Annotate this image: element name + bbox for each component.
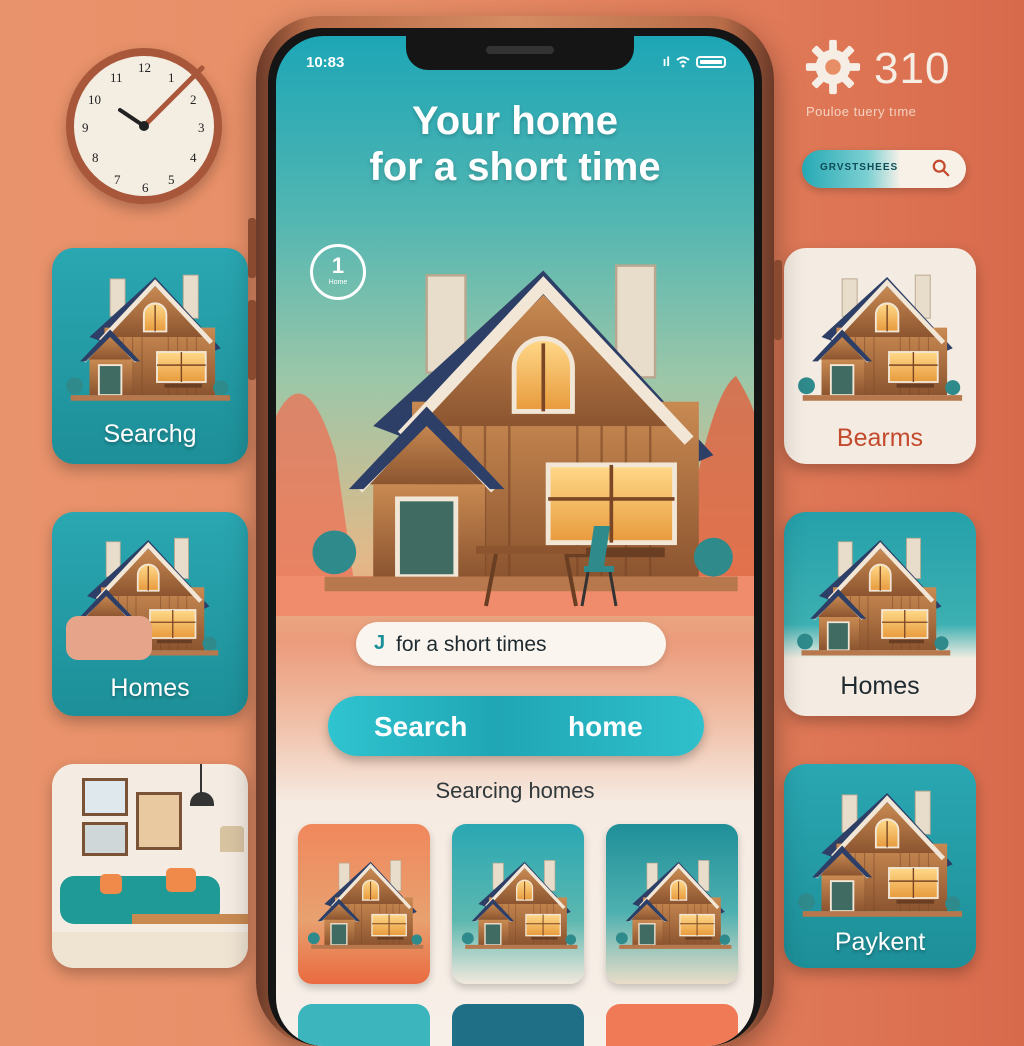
search-home-button[interactable]: Search home: [328, 696, 704, 756]
top-counter: 310: [874, 44, 951, 93]
home-thumbnail[interactable]: [298, 824, 430, 984]
house-illustration: [452, 834, 584, 974]
mini-search-bar[interactable]: GRVSTSHEES: [802, 150, 966, 188]
left-card-searching[interactable]: Searchg: [52, 248, 248, 464]
hero-title: Your home for a short time: [276, 98, 754, 190]
phone-screen: 10:83 ıl Your home for a short time 1 Ho…: [276, 36, 754, 1046]
hero-title-line1: Your home: [412, 99, 618, 143]
house-illustration: [784, 262, 972, 412]
hero-title-line2: for a short time: [369, 145, 661, 189]
volume-button: [248, 218, 256, 278]
power-button: [774, 260, 782, 340]
wall-frame: [136, 792, 182, 850]
phone-frame: 10:83 ıl Your home for a short time 1 Ho…: [256, 16, 774, 1046]
mini-search-text: GRVSTSHEES: [820, 162, 899, 173]
house-illustration: [784, 526, 959, 666]
card-label: Homes: [840, 672, 920, 700]
floor-lamp-icon: [220, 826, 244, 852]
left-card-living-room[interactable]: [52, 764, 248, 968]
card-label: Paykent: [834, 928, 926, 956]
battery-icon: [696, 55, 726, 68]
search-icon: [932, 159, 950, 177]
house-illustration: [52, 262, 240, 412]
status-icons: ıl: [663, 54, 726, 69]
house-illustration: [784, 778, 972, 928]
rug: [52, 932, 248, 968]
house-illustration: [606, 834, 738, 974]
step-number: 1: [331, 253, 345, 278]
home-thumbnail[interactable]: [298, 1004, 430, 1046]
tagline-pill[interactable]: J for a short times: [356, 622, 666, 666]
wall-frame: [82, 778, 128, 816]
card-label: Searchg: [103, 420, 197, 448]
home-button-label: home: [568, 711, 643, 742]
gear-icon[interactable]: [804, 38, 862, 96]
section-label: Searcing homes: [435, 778, 595, 803]
patio-furniture: [476, 526, 618, 607]
speaker: [486, 46, 554, 54]
wall-frame: [82, 822, 128, 856]
home-thumbnail[interactable]: [452, 824, 584, 984]
text-cursor: J: [374, 632, 386, 654]
status-time: 10:83: [306, 54, 345, 71]
home-thumbnail[interactable]: [606, 1004, 738, 1046]
step-caption: Home: [328, 279, 348, 286]
pendant-lamp-icon: [190, 792, 214, 806]
card-label: Bearms: [836, 424, 924, 452]
coffee-table: [132, 914, 248, 924]
home-thumbnail[interactable]: [452, 1004, 584, 1046]
home-thumbnail[interactable]: [606, 824, 738, 984]
top-caption: Pouloe tuery tıme: [806, 104, 917, 119]
tagline-text: for a short times: [396, 633, 547, 656]
volume-button: [248, 300, 256, 380]
house-illustration: [298, 834, 430, 974]
right-card-payment[interactable]: Paykent: [784, 764, 976, 968]
phone-bezel: 10:83 ıl Your home for a short time 1 Ho…: [268, 28, 762, 1046]
cushion: [100, 874, 122, 894]
sofa-illustration: [66, 616, 152, 660]
cushion: [166, 868, 196, 892]
right-card-bearms[interactable]: Bearms: [784, 248, 976, 464]
right-card-homes[interactable]: Homes: [784, 512, 976, 716]
clock-hands: [118, 65, 205, 131]
card-label: Homes: [110, 674, 190, 702]
phone-notch: [406, 36, 634, 70]
wall-clock: 12 1 2 3 4 5 6 7 8 9 10 11: [66, 48, 222, 204]
wifi-icon: [676, 56, 690, 67]
step-badge: 1 Home: [310, 244, 366, 300]
search-button-label: Search: [374, 711, 468, 742]
signal-icon: ıl: [662, 54, 670, 69]
left-card-homes[interactable]: Homes: [52, 512, 248, 716]
